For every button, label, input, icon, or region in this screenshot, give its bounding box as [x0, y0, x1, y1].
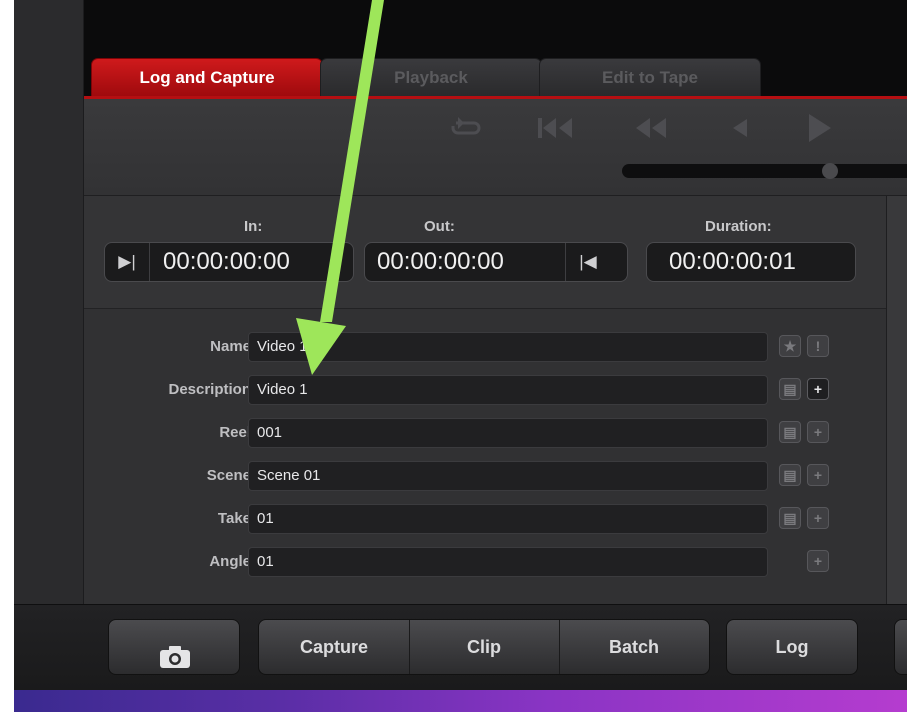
- step-back-icon[interactable]: [727, 115, 751, 148]
- name-field[interactable]: Video 1: [248, 332, 768, 362]
- mark-out-icon[interactable]: |◀︎: [565, 243, 610, 281]
- field-row-angle: Angle: 01 +: [84, 547, 884, 577]
- reel-field[interactable]: 001: [248, 418, 768, 448]
- take-field[interactable]: 01: [248, 504, 768, 534]
- batch-button[interactable]: Batch: [559, 620, 709, 674]
- clip-button[interactable]: Clip: [409, 620, 560, 674]
- tab-playback[interactable]: Playback: [320, 58, 542, 96]
- clip-info-fields: Name: Video 1 ★ ! Description: Video 1 ▤…: [84, 309, 886, 604]
- add-icon[interactable]: +: [807, 550, 829, 572]
- scrubber-track[interactable]: [622, 164, 907, 178]
- slate-icon[interactable]: ▤: [779, 464, 801, 486]
- angle-label: Angle:: [209, 553, 256, 570]
- capture-button[interactable]: Capture: [259, 620, 410, 674]
- rewind-icon[interactable]: [632, 115, 672, 148]
- skip-to-start-icon[interactable]: [536, 115, 576, 148]
- transport-controls: [84, 99, 907, 196]
- timecode-panel: In: Out: Duration: ▶︎| 00:00:00:00 00:00…: [84, 196, 886, 309]
- camera-icon: [159, 636, 191, 690]
- out-timecode-field[interactable]: 00:00:00:00 |◀︎: [364, 242, 628, 282]
- field-row-name: Name: Video 1 ★ !: [84, 332, 884, 362]
- reel-label: Reel:: [219, 424, 256, 441]
- slate-icon[interactable]: ▤: [779, 378, 801, 400]
- log-and-capture-window: Log and Capture Playback Edit to Tape In…: [14, 0, 907, 690]
- out-timecode-value: 00:00:00:00: [377, 248, 504, 275]
- log-button[interactable]: Log: [726, 619, 858, 675]
- extra-button[interactable]: [894, 619, 907, 675]
- duration-label: Duration:: [705, 218, 772, 235]
- bottom-toolbar: Capture Clip Batch Log: [14, 604, 907, 690]
- alert-icon[interactable]: !: [807, 335, 829, 357]
- add-icon[interactable]: +: [807, 421, 829, 443]
- tab-log-and-capture[interactable]: Log and Capture: [91, 58, 323, 96]
- field-row-scene: Scene: Scene 01 ▤ +: [84, 461, 884, 491]
- add-icon[interactable]: +: [807, 378, 829, 400]
- field-row-reel: Reel: 001 ▤ +: [84, 418, 884, 448]
- in-timecode-value: 00:00:00:00: [163, 248, 290, 275]
- camera-button[interactable]: [108, 619, 240, 675]
- in-timecode-field[interactable]: ▶︎| 00:00:00:00: [104, 242, 354, 282]
- description-field[interactable]: Video 1: [248, 375, 768, 405]
- title-area: [84, 0, 907, 56]
- field-row-take: Take: 01 ▤ +: [84, 504, 884, 534]
- loop-icon[interactable]: [448, 113, 484, 148]
- scene-label: Scene:: [206, 467, 256, 484]
- add-icon[interactable]: +: [807, 507, 829, 529]
- description-label: Description:: [168, 381, 256, 398]
- add-icon[interactable]: +: [807, 464, 829, 486]
- out-label: Out:: [424, 218, 455, 235]
- scene-field[interactable]: Scene 01: [248, 461, 768, 491]
- in-label: In:: [244, 218, 263, 235]
- tab-edit-to-tape[interactable]: Edit to Tape: [539, 58, 761, 96]
- duration-value: 00:00:00:01: [669, 248, 796, 275]
- slate-icon[interactable]: ▤: [779, 421, 801, 443]
- play-icon[interactable]: [805, 111, 835, 152]
- take-label: Take:: [217, 510, 256, 527]
- right-panel-edge: [886, 196, 907, 604]
- tab-bar: Log and Capture Playback Edit to Tape: [84, 56, 907, 99]
- scrubber-handle[interactable]: [822, 163, 838, 179]
- star-icon[interactable]: ★: [779, 335, 801, 357]
- mark-in-icon[interactable]: ▶︎|: [105, 243, 150, 281]
- desktop-background: [14, 690, 907, 712]
- capture-button-group: Capture Clip Batch: [258, 619, 710, 675]
- duration-field: 00:00:00:01: [646, 242, 856, 282]
- left-sidebar-strip: [14, 0, 84, 604]
- name-label: Name:: [210, 338, 256, 355]
- angle-field[interactable]: 01: [248, 547, 768, 577]
- field-row-description: Description: Video 1 ▤ +: [84, 375, 884, 405]
- slate-icon[interactable]: ▤: [779, 507, 801, 529]
